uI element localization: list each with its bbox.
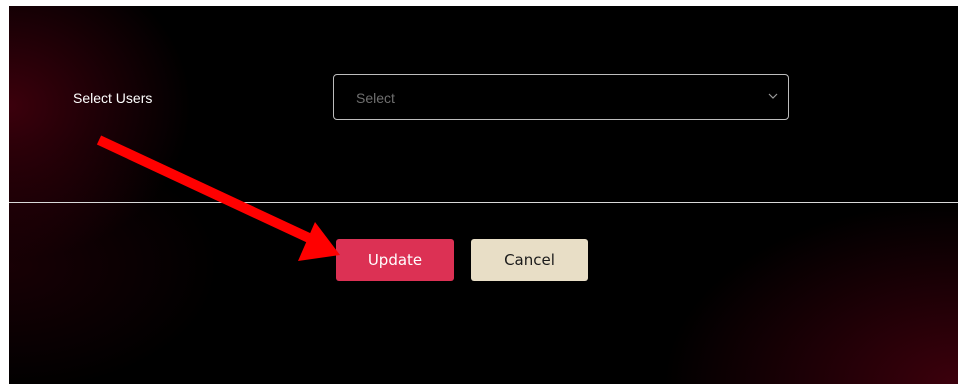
select-placeholder: Select — [356, 90, 395, 106]
select-users-label: Select Users — [73, 90, 153, 106]
chevron-down-icon — [768, 93, 778, 99]
select-users-dropdown[interactable]: Select — [333, 74, 789, 120]
cancel-button[interactable]: Cancel — [471, 239, 588, 281]
red-arrow-annotation-icon — [96, 135, 340, 261]
update-users-panel: Select Users Select Update Cancel — [9, 6, 958, 384]
section-divider — [9, 202, 958, 203]
update-button[interactable]: Update — [336, 239, 454, 281]
